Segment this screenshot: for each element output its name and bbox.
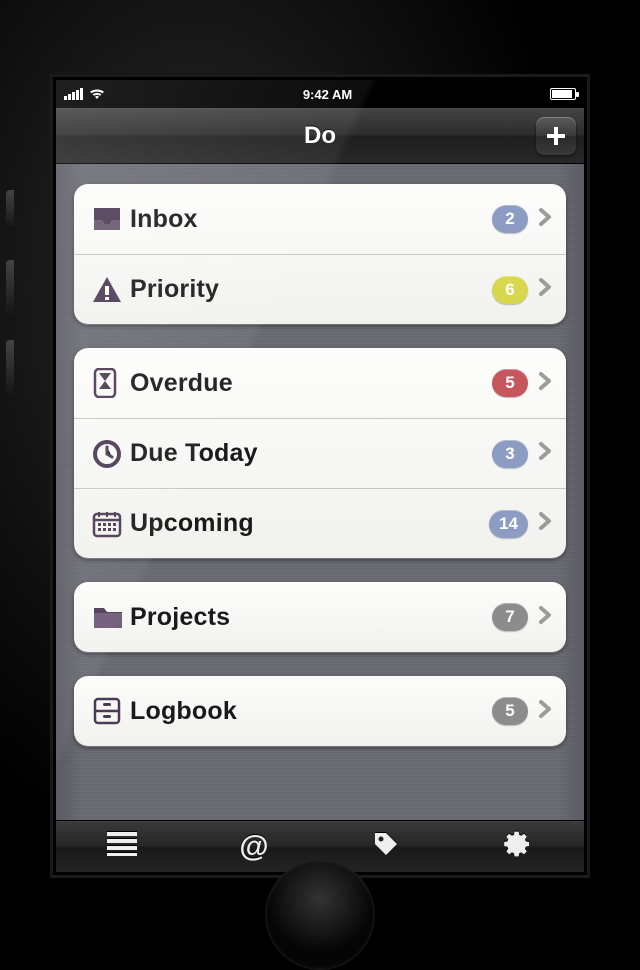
chevron-right-icon (538, 441, 552, 466)
archive-icon (92, 697, 130, 725)
chevron-right-icon (538, 605, 552, 630)
chevron-right-icon (538, 207, 552, 232)
toolbar-tag-button[interactable] (362, 823, 410, 871)
count-badge: 5 (492, 697, 528, 725)
calendar-icon (92, 510, 130, 538)
count-badge: 6 (492, 276, 528, 304)
hourglass-icon (92, 368, 130, 398)
volume-up (6, 260, 14, 320)
chevron-right-icon (538, 511, 552, 536)
count-badge: 2 (492, 205, 528, 233)
row-label: Projects (130, 603, 492, 632)
toolbar-settings-button[interactable] (494, 823, 542, 871)
row-logbook[interactable]: Logbook 5 (74, 676, 566, 746)
alert-icon (92, 276, 130, 304)
clock-icon (92, 439, 130, 469)
wifi-icon (89, 88, 105, 100)
count-badge: 14 (489, 510, 528, 538)
tag-icon (372, 830, 400, 863)
status-time: 9:42 AM (303, 87, 352, 102)
row-upcoming[interactable]: Upcoming 14 (74, 488, 566, 558)
row-duetoday[interactable]: Due Today 3 (74, 418, 566, 488)
list-icon (107, 832, 137, 861)
row-label: Logbook (130, 697, 492, 726)
count-badge: 3 (492, 440, 528, 468)
row-inbox[interactable]: Inbox 2 (74, 184, 566, 254)
mute-switch (6, 190, 14, 230)
row-label: Due Today (130, 439, 492, 468)
count-badge: 7 (492, 603, 528, 631)
count-badge: 5 (492, 369, 528, 397)
row-label: Overdue (130, 369, 492, 398)
row-overdue[interactable]: Overdue 5 (74, 348, 566, 418)
battery-icon (550, 88, 576, 100)
nav-bar: Do (56, 108, 584, 164)
chevron-right-icon (538, 699, 552, 724)
row-projects[interactable]: Projects 7 (74, 582, 566, 652)
add-button[interactable] (536, 117, 576, 155)
row-priority[interactable]: Priority 6 (74, 254, 566, 324)
list-group: Logbook 5 (74, 676, 566, 746)
inbox-icon (92, 206, 130, 232)
row-label: Inbox (130, 205, 492, 234)
toolbar-list-button[interactable] (98, 823, 146, 871)
status-bar: 9:42 AM (56, 80, 584, 108)
at-icon: @ (239, 830, 268, 864)
list-group: Inbox 2 Priority 6 (74, 184, 566, 324)
chevron-right-icon (538, 371, 552, 396)
folder-icon (92, 604, 130, 630)
toolbar-at-button[interactable]: @ (230, 823, 278, 871)
gear-icon (504, 830, 532, 863)
list-group: Overdue 5 Due Today 3 Upcoming 14 (74, 348, 566, 558)
row-label: Priority (130, 275, 492, 304)
chevron-right-icon (538, 277, 552, 302)
home-button (265, 860, 375, 970)
volume-down (6, 340, 14, 400)
row-label: Upcoming (130, 509, 489, 538)
page-title: Do (304, 122, 336, 150)
list-group: Projects 7 (74, 582, 566, 652)
main-list: Inbox 2 Priority 6 Overdue 5 Due Today 3… (56, 164, 584, 820)
plus-icon (545, 125, 567, 147)
signal-icon (64, 88, 83, 100)
